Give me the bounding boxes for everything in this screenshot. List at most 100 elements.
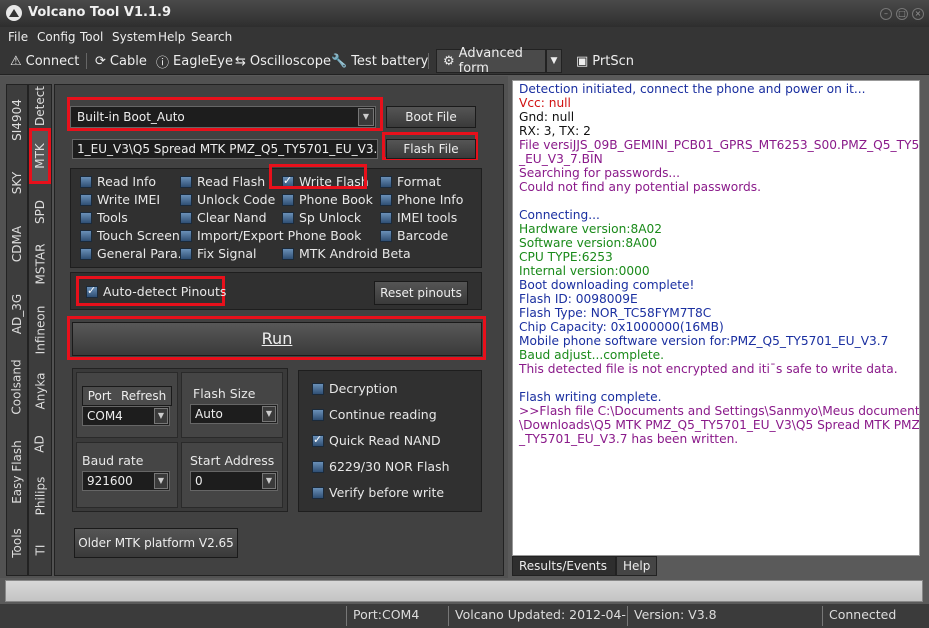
tab-philips[interactable]: Philips	[30, 468, 50, 524]
start-address-select[interactable]: 0 ▼	[190, 471, 278, 491]
tab-tools[interactable]: Tools	[7, 518, 27, 568]
maximize-button[interactable]: □	[896, 8, 908, 20]
results-log[interactable]: Detection initiated, connect the phone a…	[512, 80, 920, 556]
oscilloscope-button[interactable]: ⇆ Oscilloscope	[235, 51, 331, 71]
checkbox-icon	[180, 175, 192, 188]
tab-detect[interactable]: Detect	[30, 86, 50, 126]
flash-size-select[interactable]: Auto ▼	[190, 404, 278, 424]
extra-option-label: Quick Read NAND	[329, 433, 441, 448]
operation-checkbox[interactable]: Unlock Code	[180, 192, 275, 207]
tab-ad[interactable]: AD	[30, 424, 50, 464]
boot-select[interactable]: Built-in Boot_Auto	[70, 106, 376, 128]
toolbar-divider	[86, 53, 87, 69]
tab-cdma[interactable]: CDMA	[7, 214, 27, 274]
tab-ad-3g[interactable]: AD_3G	[7, 284, 27, 344]
tab-si4904[interactable]: SI4904	[7, 90, 27, 150]
operation-checkbox[interactable]: Read Info	[80, 174, 156, 189]
tab-help[interactable]: Help	[616, 556, 658, 576]
extra-option-checkbox[interactable]: Quick Read NAND	[312, 433, 441, 448]
flash-file-path[interactable]: 1_EU_V3\Q5 Spread MTK PMZ_Q5_TY5701_EU_V…	[72, 139, 378, 159]
checkbox-icon	[80, 211, 92, 224]
operation-checkbox[interactable]: Read Flash	[180, 174, 265, 189]
checkbox-icon	[312, 486, 324, 499]
run-button[interactable]: Run	[72, 322, 482, 356]
eagleeye-button[interactable]: ⓘ EagleEye	[156, 51, 233, 71]
operation-checkbox[interactable]: Import/Export Phone Book	[180, 228, 361, 243]
tab-coolsand[interactable]: Coolsand	[7, 352, 27, 422]
chevron-down-icon: ▼	[154, 408, 168, 424]
port-select[interactable]: COM4 ▼	[82, 406, 170, 426]
tab-anyka[interactable]: Anyka	[30, 366, 50, 416]
tab-easy-flash[interactable]: Easy Flash	[7, 432, 27, 512]
operation-label: Tools	[97, 210, 128, 225]
operation-checkbox[interactable]: Format	[380, 174, 441, 189]
log-line: _TY5701_EU_V3.7 has been written.	[519, 432, 739, 446]
tab-ti[interactable]: TI	[30, 532, 50, 568]
tab-mstar[interactable]: MSTAR	[30, 236, 50, 292]
tab-mtk[interactable]: MTK	[29, 128, 51, 184]
advanced-form-dropdown[interactable]: ▼	[546, 49, 562, 73]
operation-checkbox[interactable]: Fix Signal	[180, 246, 257, 261]
status-updated: Volcano Updated: 2012-04-07	[448, 606, 626, 628]
menu-file[interactable]: File	[8, 30, 28, 44]
older-mtk-platform-button[interactable]: Older MTK platform V2.65	[74, 528, 238, 558]
operation-label: Phone Book	[299, 192, 373, 207]
minimize-button[interactable]: –	[880, 8, 892, 20]
operation-checkbox[interactable]: Barcode	[380, 228, 448, 243]
extra-option-checkbox[interactable]: Continue reading	[312, 407, 437, 422]
chevron-down-icon[interactable]: ▼	[358, 108, 374, 126]
operation-checkbox[interactable]: Sp Unlock	[282, 210, 361, 225]
operation-checkbox[interactable]: Touch Screen	[80, 228, 180, 243]
log-line: Detection initiated, connect the phone a…	[519, 82, 866, 96]
reset-pinouts-button[interactable]: Reset pinouts	[374, 281, 468, 305]
checkbox-icon	[180, 211, 192, 224]
tab-sky[interactable]: SKY	[7, 158, 27, 208]
checkbox-icon	[80, 229, 92, 242]
advanced-form-button[interactable]: ⚙ Advanced form	[436, 46, 546, 76]
window-title: Volcano Tool V1.1.9	[28, 5, 171, 20]
operation-label: IMEI tools	[397, 210, 458, 225]
volcano-logo-icon	[6, 5, 22, 21]
operation-label: Touch Screen	[97, 228, 180, 243]
tab-results-events[interactable]: Results/Events	[512, 556, 616, 576]
log-line: This detected file is not encrypted and …	[519, 362, 898, 376]
checkbox-icon	[282, 247, 294, 260]
extra-option-checkbox[interactable]: Verify before write	[312, 485, 444, 500]
operation-checkbox[interactable]: Tools	[80, 210, 128, 225]
cable-button[interactable]: ⟳ Cable	[95, 51, 147, 71]
autodetect-pinouts-checkbox[interactable]: Auto-detect Pinouts	[86, 284, 226, 299]
connect-button[interactable]: ⚠ Connect	[10, 51, 79, 71]
checkbox-icon	[312, 408, 324, 421]
operation-label: Format	[397, 174, 442, 189]
operation-checkbox[interactable]: Clear Nand	[180, 210, 267, 225]
operation-checkbox[interactable]: General Para.	[80, 246, 182, 261]
extra-option-checkbox[interactable]: Decryption	[312, 381, 398, 396]
menu-config[interactable]: Config	[37, 30, 76, 44]
test-battery-button[interactable]: 🔧 Test battery	[331, 51, 428, 71]
menu-help[interactable]: Help	[158, 30, 185, 44]
operation-checkbox[interactable]: MTK Android Beta	[282, 246, 411, 261]
tab-infineon[interactable]: Infineon	[30, 298, 50, 362]
tab-spd[interactable]: SPD	[30, 192, 50, 232]
prtscn-button[interactable]: ▣ PrtScn	[576, 51, 634, 71]
log-line: Connecting...	[519, 208, 600, 222]
operation-checkbox[interactable]: Phone Book	[282, 192, 373, 207]
extra-option-checkbox[interactable]: 6229/30 NOR Flash	[312, 459, 450, 474]
operation-label: Sp Unlock	[299, 210, 362, 225]
operation-checkbox[interactable]: Phone Info	[380, 192, 463, 207]
extra-option-label: Continue reading	[329, 407, 437, 422]
status-version: Version: V3.8	[627, 606, 817, 626]
close-button[interactable]: ×	[912, 8, 924, 20]
flash-file-button[interactable]: Flash File	[386, 139, 476, 159]
checkbox-icon	[380, 211, 392, 224]
menu-tool[interactable]: Tool	[80, 30, 103, 44]
boot-file-button[interactable]: Boot File	[386, 106, 476, 128]
operation-checkbox[interactable]: IMEI tools	[380, 210, 457, 225]
operation-label: Clear Nand	[197, 210, 267, 225]
refresh-button[interactable]: Refresh	[121, 387, 166, 405]
menu-system[interactable]: System	[112, 30, 157, 44]
baud-rate-select[interactable]: 921600 ▼	[82, 471, 170, 491]
menu-search[interactable]: Search	[191, 30, 232, 44]
operation-checkbox[interactable]: Write IMEI	[80, 192, 160, 207]
